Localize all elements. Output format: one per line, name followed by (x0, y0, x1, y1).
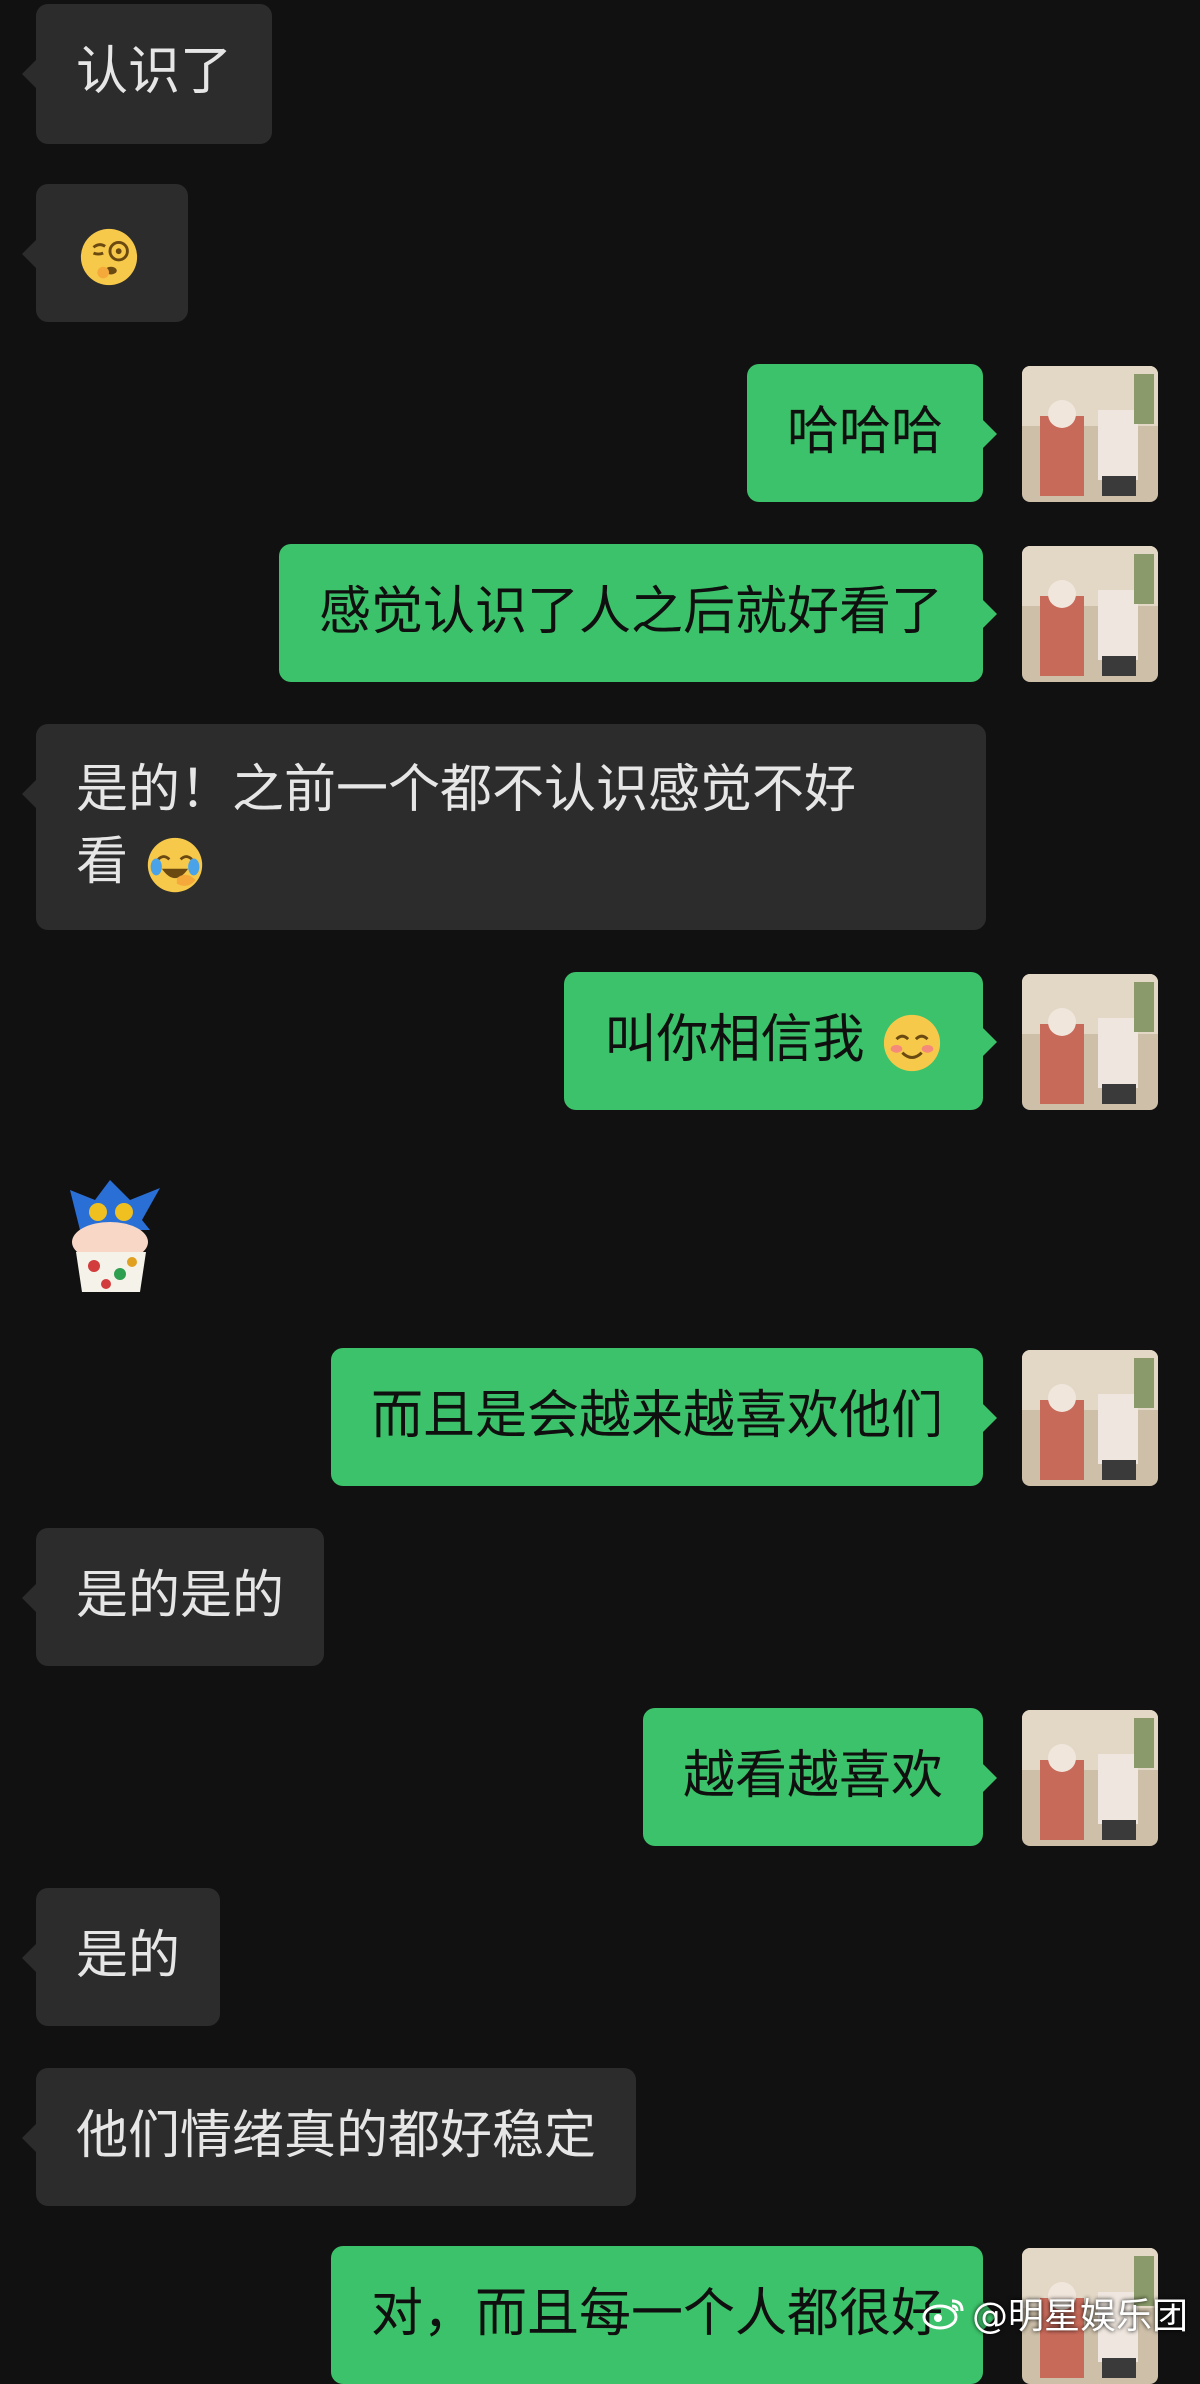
avatar[interactable] (1022, 546, 1158, 682)
message-text: 哈哈哈 (786, 402, 943, 462)
avatar[interactable] (1022, 974, 1158, 1110)
avatar[interactable] (1022, 366, 1158, 502)
avatar[interactable] (1022, 1710, 1158, 1846)
watermark: @明星娱乐团 (922, 2288, 1188, 2338)
avatar-photo-icon (1022, 1350, 1158, 1486)
message-text-line: 是的！之前一个都不认识感觉不好 (76, 760, 857, 820)
message-text-line: 看 (76, 832, 129, 892)
message-bubble-outgoing[interactable]: 哈哈哈 (746, 364, 998, 502)
message-bubble-incoming[interactable]: 是的！之前一个都不认识感觉不好 看 (22, 724, 986, 930)
message-bubble-outgoing[interactable]: 越看越喜欢 (642, 1708, 998, 1846)
laughing-emoji-icon (147, 837, 202, 893)
message-text: 他们情绪真的都好稳定 (76, 2106, 597, 2166)
message-bubble-outgoing[interactable]: 感觉认识了人之后就好看了 (278, 544, 998, 682)
message-text: 认识了 (76, 42, 233, 102)
message-text: 感觉认识了人之后就好看了 (318, 582, 943, 642)
message-bubble-incoming[interactable]: 是的是的 (21, 1528, 325, 1666)
message-text: 而且是会越来越喜欢他们 (370, 1386, 943, 1446)
message-bubble-incoming[interactable] (22, 184, 188, 322)
message-text: 叫你相信我 (604, 1010, 865, 1070)
message-text: 越看越喜欢 (682, 1746, 943, 1806)
message-bubble-incoming[interactable]: 认识了 (21, 4, 273, 144)
message-text: 是的是的 (76, 1566, 285, 1626)
cartoon-sticker-icon[interactable] (50, 1170, 180, 1300)
message-bubble-outgoing[interactable]: 叫你相信我 (564, 972, 997, 1110)
message-bubble-outgoing[interactable]: 对，而且每一个人都很好 (330, 2246, 998, 2384)
avatar-photo-icon (1022, 366, 1158, 502)
avatar-photo-icon (1022, 1710, 1158, 1846)
message-bubble-incoming[interactable]: 他们情绪真的都好稳定 (21, 2068, 637, 2206)
avatar-photo-icon (1022, 546, 1158, 682)
smiling-face-emoji-icon (883, 1014, 941, 1072)
message-bubble-incoming[interactable]: 是的 (21, 1888, 221, 2026)
monocle-face-emoji-icon (80, 228, 138, 286)
avatar-photo-icon (1022, 974, 1158, 1110)
message-text: 对，而且每一个人都很好 (370, 2284, 943, 2344)
avatar[interactable] (1022, 1350, 1158, 1486)
weibo-logo-icon (922, 2299, 964, 2330)
message-bubble-outgoing[interactable]: 而且是会越来越喜欢他们 (330, 1348, 998, 1486)
watermark-text: @明星娱乐团 (971, 2296, 1188, 2337)
message-text: 是的 (76, 1926, 181, 1986)
